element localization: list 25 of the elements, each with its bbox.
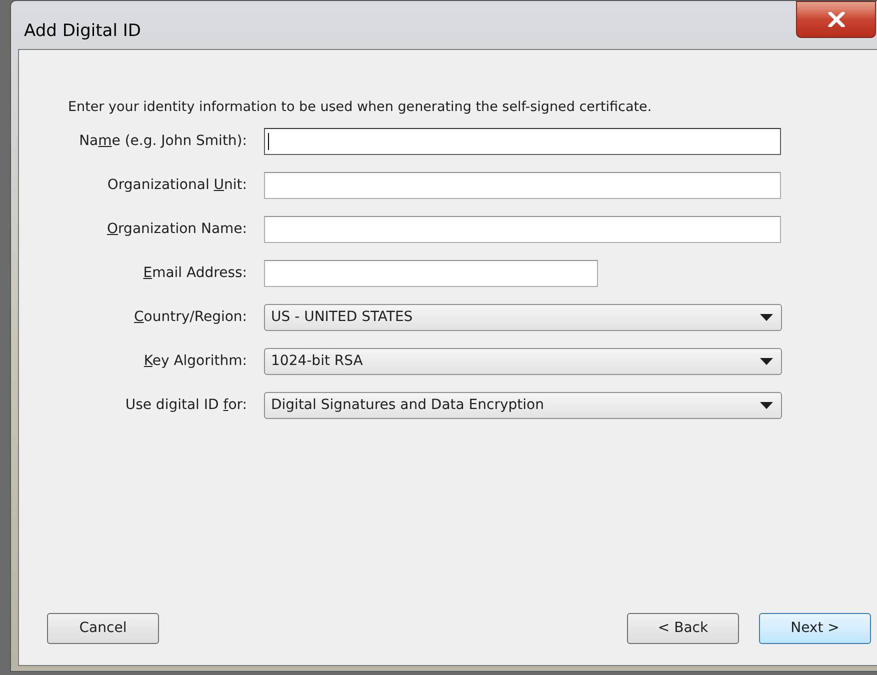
close-icon [828, 12, 844, 27]
instructions-text: Enter your identity information to be used when generating the self-signed certificate. [68, 99, 652, 115]
dropdown[interactable]: Digital Signatures and Data Encryption [264, 392, 782, 419]
dropdown-arrow-icon [760, 402, 773, 409]
dialog-button[interactable]: Next > [759, 613, 871, 644]
text-field[interactable] [264, 260, 598, 287]
dialog-button[interactable]: Cancel [47, 613, 159, 644]
field-label: Organization Name: [106, 220, 248, 239]
field-label: Use digital ID for: [124, 396, 248, 415]
text-field[interactable] [264, 128, 781, 155]
dropdown-arrow-icon [760, 358, 773, 365]
field-label: Country/Region: [133, 308, 248, 327]
dropdown-arrow-icon [760, 314, 773, 321]
field-label: Organizational Unit: [106, 176, 248, 195]
dialog-button[interactable]: < Back [627, 613, 739, 644]
text-field[interactable] [264, 172, 781, 199]
window-title: Add Digital ID [24, 20, 141, 43]
close-button[interactable] [796, 1, 876, 38]
text-field[interactable] [264, 216, 781, 243]
field-label: Name (e.g. John Smith): [78, 132, 248, 151]
dropdown[interactable]: US - UNITED STATES [264, 304, 782, 331]
text-cursor-icon [268, 133, 269, 150]
field-label: Key Algorithm: [142, 352, 248, 371]
field-label: Email Address: [142, 264, 248, 283]
dropdown[interactable]: 1024-bit RSA [264, 348, 782, 375]
